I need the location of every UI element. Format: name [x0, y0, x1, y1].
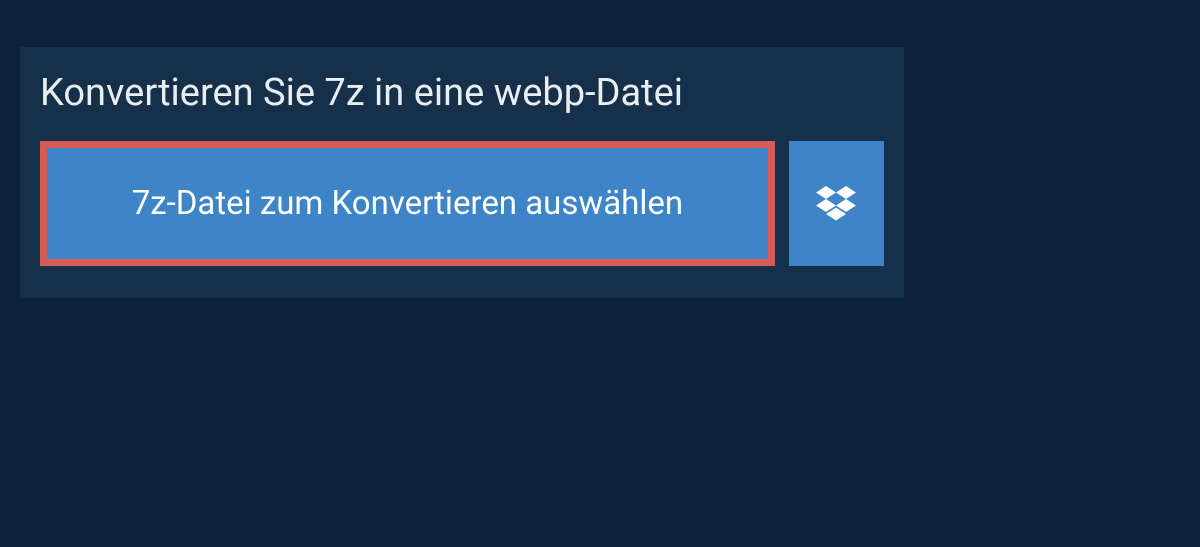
select-file-label: 7z-Datei zum Konvertieren auswählen — [132, 184, 683, 223]
converter-panel: Konvertieren Sie 7z in eine webp-Datei 7… — [20, 47, 904, 298]
select-file-button[interactable]: 7z-Datei zum Konvertieren auswählen — [40, 141, 775, 266]
dropbox-button[interactable] — [789, 141, 884, 266]
dropbox-icon — [816, 186, 856, 222]
page-title: Konvertieren Sie 7z in eine webp-Datei — [20, 47, 904, 141]
button-row: 7z-Datei zum Konvertieren auswählen — [20, 141, 904, 266]
